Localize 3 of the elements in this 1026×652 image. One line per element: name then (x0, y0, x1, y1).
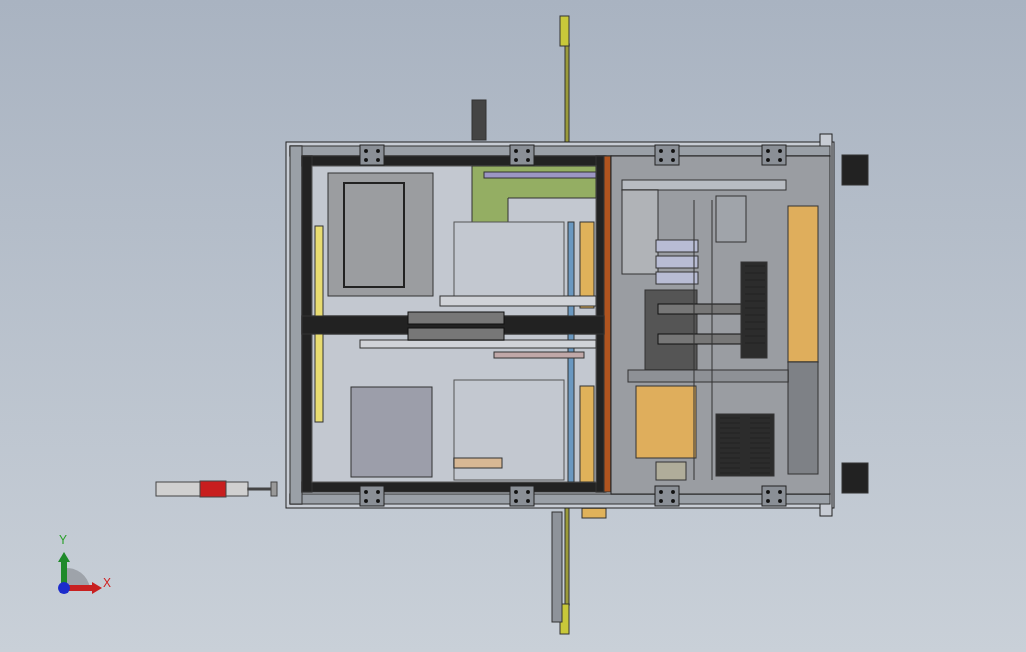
x-axis-label: X (103, 577, 111, 589)
axis-triad-icon (58, 552, 102, 594)
y-axis-label: Y (59, 534, 67, 546)
